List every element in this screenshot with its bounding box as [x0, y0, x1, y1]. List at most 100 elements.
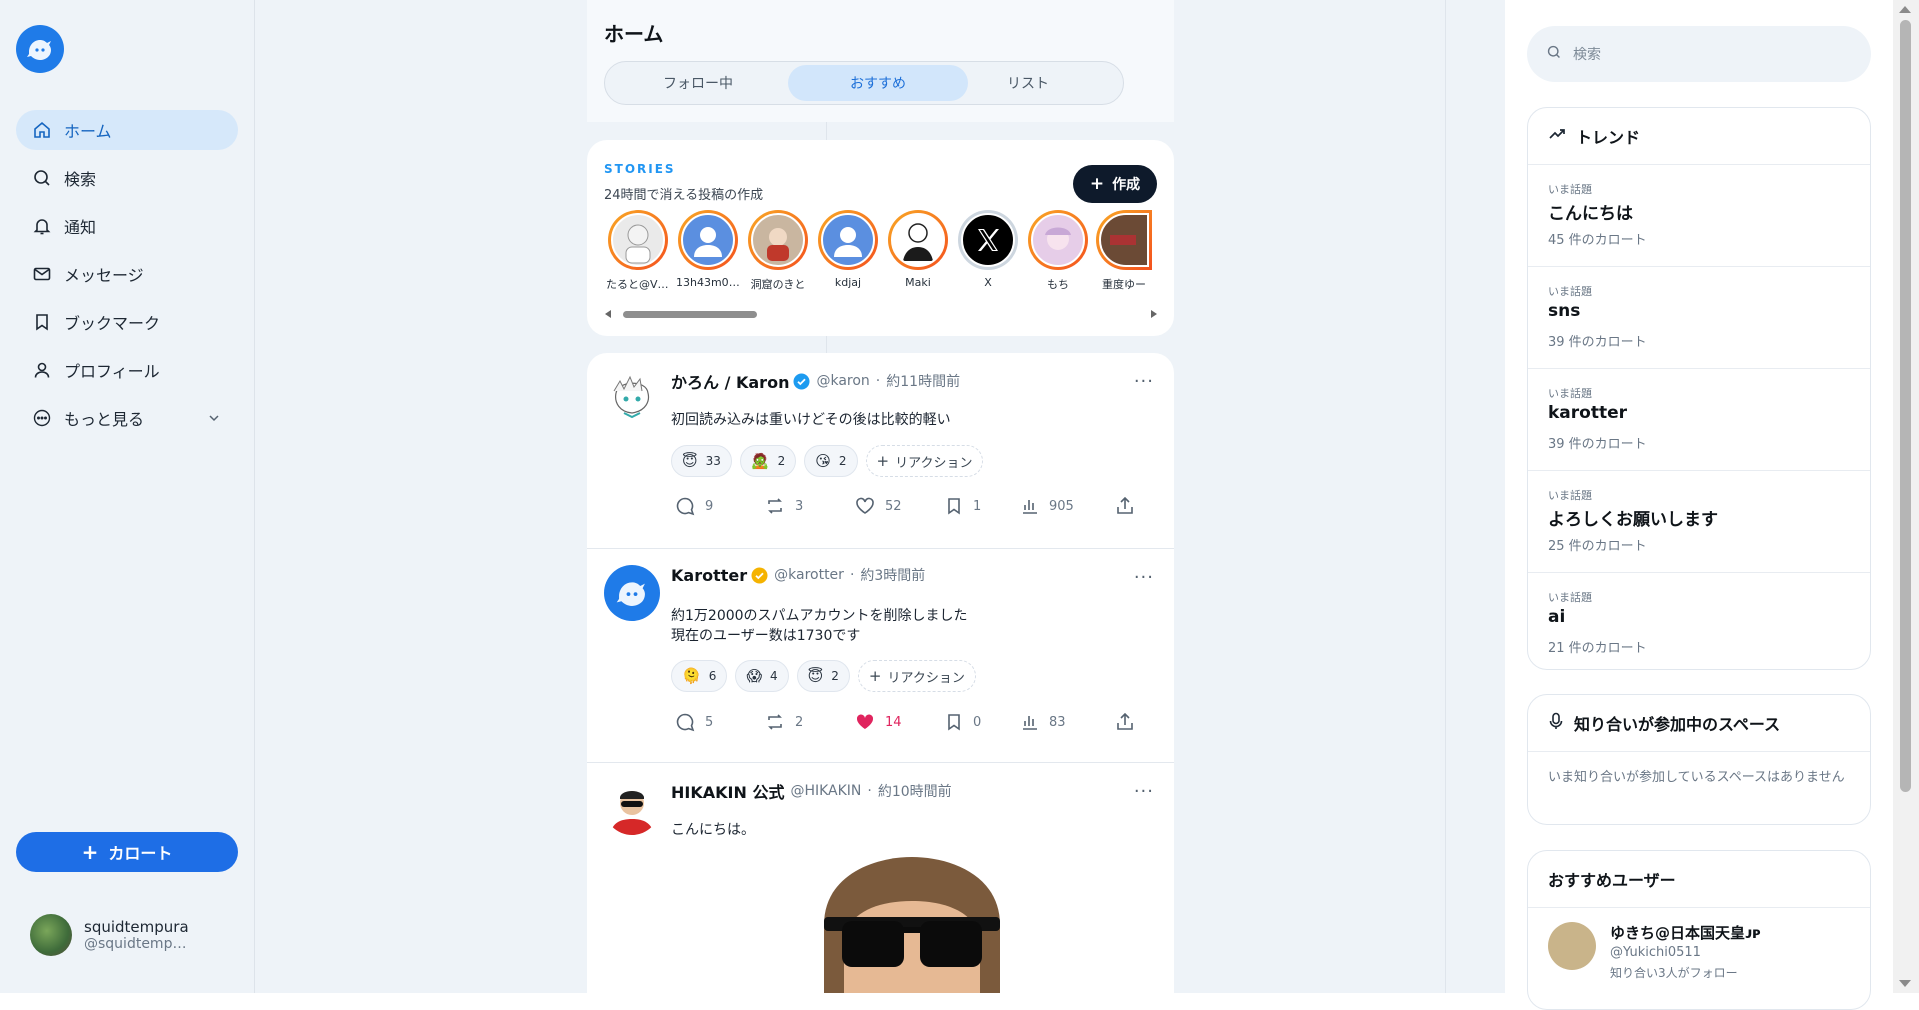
default-avatar-icon	[681, 213, 735, 267]
trend-item[interactable]: いま話題 sns 39 件のカロート	[1528, 267, 1870, 369]
post-image[interactable]	[814, 855, 1010, 993]
karotter-logo-icon[interactable]	[16, 25, 64, 73]
suggested-users-card: おすすめユーザー ゆきち@日本国天皇ᴊᴘ @Yukichi0511 知り合い3人…	[1527, 850, 1871, 1010]
nav-bookmarks[interactable]: ブックマーク	[16, 302, 238, 342]
heart-filled-icon	[856, 714, 874, 729]
story-item[interactable]: 重度ゆー	[1096, 210, 1152, 292]
create-story-button[interactable]: + 作成	[1073, 165, 1157, 203]
add-reaction-button[interactable]: + リアクション	[857, 660, 976, 692]
new-karot-button[interactable]: + カロート	[16, 832, 238, 872]
trend-count: 39 件のカロート	[1548, 335, 1647, 350]
nav-profile[interactable]: プロフィール	[16, 350, 238, 390]
reaction-chip[interactable]: 😇 33	[671, 445, 732, 477]
trend-item[interactable]: いま話題 こんにちは 45 件のカロート	[1528, 165, 1870, 267]
post[interactable]: かろん / Karon @karon · 約11時間前 ··· 初回読み込みは重…	[587, 353, 1174, 549]
suggested-user-name: ゆきち@日本国天皇ᴊᴘ	[1610, 924, 1761, 942]
more-options-icon[interactable]: ···	[1134, 567, 1154, 588]
post-timestamp[interactable]: 約10時間前	[878, 781, 952, 801]
share-button[interactable]	[1115, 712, 1145, 732]
search-input[interactable]: 検索	[1527, 26, 1871, 82]
right-sidebar: 検索 トレンド いま話題 こんにちは 45 件のカロート いま話題 sns 39 件のカ…	[1505, 0, 1919, 1010]
more-options-icon[interactable]: ···	[1134, 781, 1154, 802]
trend-item[interactable]: いま話題 ai 21 件のカロート	[1528, 573, 1870, 669]
repost-count: 2	[795, 714, 804, 730]
reaction-chip[interactable]: 😘 2	[804, 445, 858, 477]
main-nav: ホーム 検索 通知 メッセージ ブックマーク プロフィール もっと見る	[16, 110, 238, 446]
suggested-user-handle: @Yukichi0511	[1610, 945, 1701, 960]
avatar[interactable]	[604, 565, 660, 621]
like-button[interactable]: 52	[855, 496, 945, 516]
scrollbar-thumb[interactable]	[1900, 20, 1911, 792]
add-reaction-button[interactable]: + リアクション	[865, 445, 984, 477]
reaction-chip[interactable]: 😱 4	[735, 660, 789, 692]
views-button[interactable]: 83	[1021, 713, 1115, 731]
post-author-name[interactable]: HIKAKIN 公式	[671, 779, 784, 803]
avatar[interactable]	[604, 779, 660, 835]
reaction-chip[interactable]: 🫠 6	[671, 660, 728, 692]
story-name: もち	[1047, 278, 1069, 291]
post-author-name[interactable]: かろん / Karon	[671, 369, 789, 393]
story-name: X	[984, 276, 992, 289]
post-author-handle[interactable]: @karon	[816, 373, 869, 389]
reply-button[interactable]: 9	[675, 496, 765, 516]
nav-messages[interactable]: メッセージ	[16, 254, 238, 294]
post-timestamp[interactable]: 約3時間前	[860, 565, 925, 585]
reaction-count: 2	[831, 669, 839, 683]
reaction-row: 😇 33 🧟 2 😘 2 + リアクション	[671, 445, 991, 477]
suggested-user[interactable]: ゆきち@日本国天皇ᴊᴘ @Yukichi0511 知り合い3人がフォロー	[1528, 908, 1870, 995]
repost-button[interactable]: 2	[765, 712, 855, 732]
scrollbar-thumb[interactable]	[623, 311, 757, 318]
trend-item[interactable]: いま話題 よろしくお願いします 25 件のカロート	[1528, 471, 1870, 573]
like-button[interactable]: 14	[855, 712, 945, 732]
bookmark-button[interactable]: 1	[945, 497, 1021, 515]
tab-following[interactable]: フォロー中	[608, 65, 788, 101]
views-button[interactable]: 905	[1021, 497, 1115, 515]
nav-home[interactable]: ホーム	[16, 110, 238, 150]
trend-item[interactable]: いま話題 karotter 39 件のカロート	[1528, 369, 1870, 471]
trend-kicker: いま話題	[1548, 489, 1592, 502]
scroll-right-icon[interactable]	[1151, 310, 1157, 318]
story-item[interactable]: 13h43m00s	[676, 210, 740, 289]
story-name: たると@Vtu…	[606, 278, 670, 291]
stories-scrollbar[interactable]	[605, 308, 1157, 320]
trends-card: トレンド いま話題 こんにちは 45 件のカロート いま話題 sns 39 件のカロート…	[1527, 107, 1871, 670]
bookmark-icon	[948, 714, 960, 731]
current-user[interactable]: squidtempura @squidtemp…	[30, 914, 189, 956]
story-item[interactable]: kdjaj	[816, 210, 880, 289]
share-button[interactable]	[1115, 496, 1145, 516]
post-author-handle[interactable]: @karotter	[774, 567, 844, 583]
bell-icon	[32, 216, 52, 236]
story-item[interactable]: X	[956, 210, 1020, 289]
separator-dot: ·	[875, 373, 881, 389]
views-count: 83	[1049, 714, 1066, 730]
post[interactable]: HIKAKIN 公式 @HIKAKIN · 約10時間前 ··· こんにちは。	[587, 763, 1174, 993]
avatar[interactable]	[604, 369, 660, 425]
post[interactable]: Karotter @karotter · 約3時間前 ··· 約1万2000のス…	[587, 549, 1174, 763]
page-scrollbar[interactable]	[1893, 0, 1919, 993]
suggested-users-title: おすすめユーザー	[1528, 851, 1870, 908]
tab-lists[interactable]: リスト	[938, 65, 1118, 101]
reply-button[interactable]: 5	[675, 712, 765, 732]
story-name: 洞窟のきと	[750, 278, 806, 291]
scroll-down-icon[interactable]	[1899, 980, 1911, 987]
nav-notifications[interactable]: 通知	[16, 206, 238, 246]
reaction-chip[interactable]: 🧟 2	[739, 445, 797, 477]
story-item[interactable]: 洞窟のきと	[746, 210, 810, 292]
scroll-left-icon[interactable]	[605, 310, 611, 318]
reaction-chip[interactable]: 😇 2	[796, 660, 850, 692]
bookmark-button[interactable]: 0	[945, 713, 1021, 731]
story-item[interactable]: もち	[1026, 210, 1090, 292]
post-timestamp[interactable]: 約11時間前	[886, 371, 960, 391]
more-options-icon[interactable]: ···	[1134, 371, 1154, 392]
post-author-name[interactable]: Karotter	[671, 566, 747, 585]
story-item[interactable]: Maki	[886, 210, 950, 289]
nav-more[interactable]: もっと見る	[16, 398, 238, 438]
post-body-line: 現在のユーザー数は1730です	[671, 628, 861, 644]
search-placeholder: 検索	[1573, 47, 1601, 63]
story-item[interactable]: たると@Vtu…	[606, 210, 670, 292]
bookmark-count: 1	[973, 498, 982, 514]
nav-search[interactable]: 検索	[16, 158, 238, 198]
scroll-up-icon[interactable]	[1899, 6, 1911, 13]
post-author-handle[interactable]: @HIKAKIN	[790, 783, 861, 799]
repost-button[interactable]: 3	[765, 496, 855, 516]
